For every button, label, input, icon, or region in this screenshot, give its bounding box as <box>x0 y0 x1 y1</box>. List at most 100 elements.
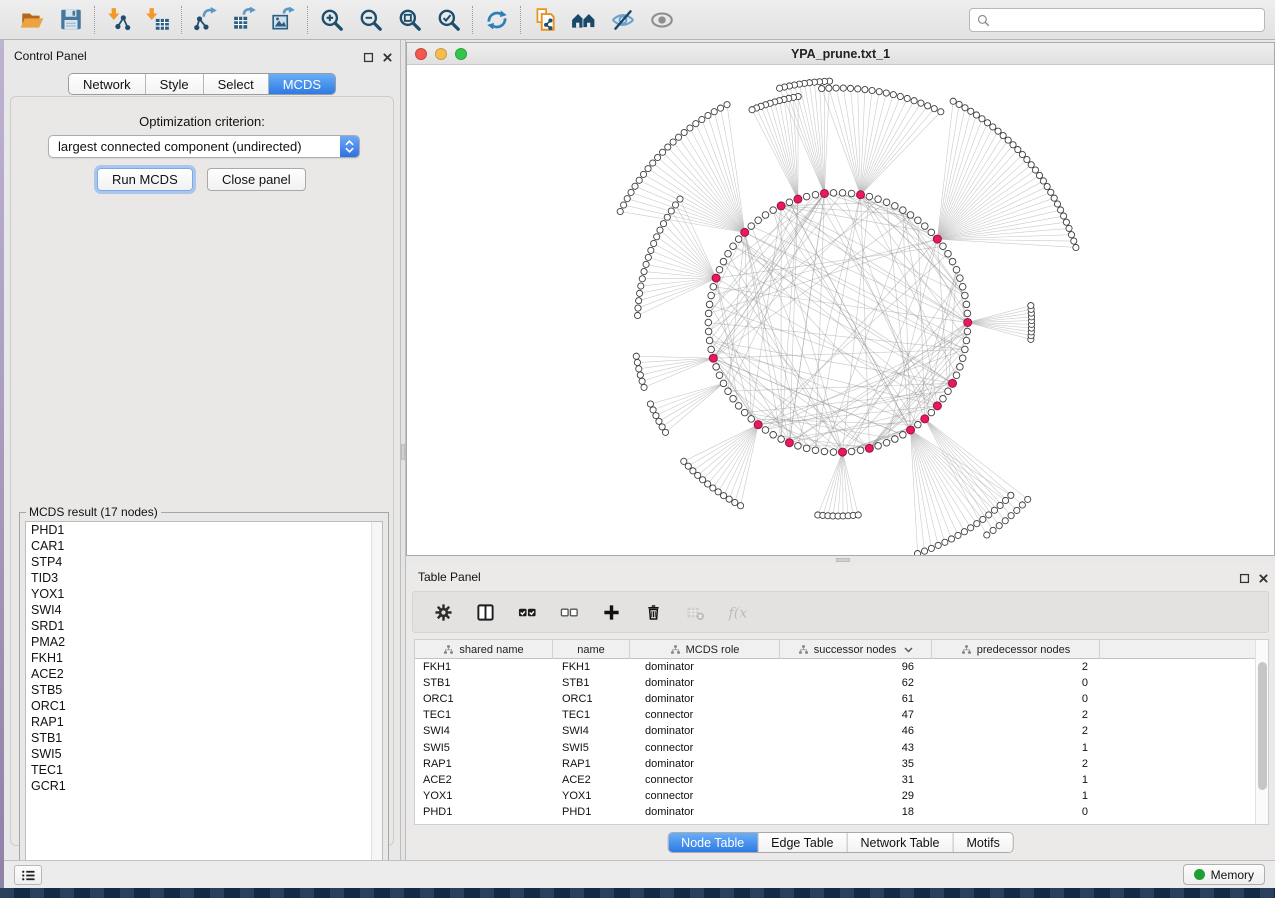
export-image-icon[interactable] <box>270 6 297 33</box>
table-row[interactable]: ORC1ORC1dominator610 <box>415 691 1268 707</box>
memory-status-icon <box>1194 869 1205 880</box>
float-panel-icon[interactable] <box>1238 572 1250 584</box>
cell: FKH1 <box>553 659 630 675</box>
network-titlebar[interactable]: YPA_prune.txt_1 <box>407 43 1274 65</box>
homes-icon[interactable] <box>570 6 597 33</box>
search-box[interactable] <box>969 8 1265 32</box>
search-input[interactable] <box>996 10 1258 30</box>
export-table-icon[interactable] <box>231 6 258 33</box>
table-panel-title: Table Panel <box>418 570 481 584</box>
shared-column-icon <box>443 644 454 655</box>
close-panel-button[interactable]: Close panel <box>207 168 306 191</box>
cell: 2 <box>932 707 1100 723</box>
table-row[interactable]: FKH1FKH1dominator962 <box>415 659 1268 675</box>
table-row[interactable]: STB1STB1dominator620 <box>415 675 1268 691</box>
float-panel-icon[interactable] <box>362 51 374 63</box>
splitter-handle[interactable] <box>401 444 405 460</box>
list-scrollbar[interactable] <box>371 522 382 870</box>
network-graph[interactable] <box>407 65 1274 555</box>
scrollbar-thumb[interactable] <box>1258 662 1267 790</box>
function-icon: f(x) <box>727 602 747 622</box>
control-panel-title: Control Panel <box>14 49 87 63</box>
list-item[interactable]: PMA2 <box>26 634 382 650</box>
network-canvas[interactable] <box>407 65 1274 555</box>
import-table-icon[interactable] <box>144 6 171 33</box>
list-item[interactable]: STB1 <box>26 730 382 746</box>
column-header-name[interactable]: name <box>553 640 630 659</box>
tab-motifs[interactable]: Motifs <box>953 833 1012 852</box>
tab-select[interactable]: Select <box>204 74 269 94</box>
column-header-predecessor-nodes[interactable]: predecessor nodes <box>932 640 1100 659</box>
sort-chevron-icon[interactable] <box>904 647 913 653</box>
list-item[interactable]: FKH1 <box>26 650 382 666</box>
close-panel-icon[interactable] <box>1257 572 1269 584</box>
import-network-icon[interactable] <box>105 6 132 33</box>
export-network-icon[interactable] <box>192 6 219 33</box>
refresh-icon[interactable] <box>483 6 510 33</box>
list-item[interactable]: CAR1 <box>26 538 382 554</box>
zoom-in-icon[interactable] <box>318 6 345 33</box>
list-item[interactable]: PHD1 <box>26 522 382 538</box>
cell: ORC1 <box>553 691 630 707</box>
run-mcds-button[interactable]: Run MCDS <box>97 168 193 191</box>
deselect-all-icon[interactable] <box>559 602 579 622</box>
table-scrollbar[interactable] <box>1255 640 1268 824</box>
list-item[interactable]: SWI5 <box>26 746 382 762</box>
list-item[interactable]: ORC1 <box>26 698 382 714</box>
cell: connector <box>630 788 780 804</box>
trash-icon[interactable] <box>643 602 663 622</box>
zoom-selected-icon[interactable] <box>435 6 462 33</box>
tab-edge-table[interactable]: Edge Table <box>758 833 847 852</box>
list-item[interactable]: STB5 <box>26 682 382 698</box>
list-item[interactable]: YOX1 <box>26 586 382 602</box>
zoom-fit-icon[interactable] <box>396 6 423 33</box>
tab-network[interactable]: Network <box>69 74 146 94</box>
list-item[interactable]: TEC1 <box>26 762 382 778</box>
open-folder-icon[interactable] <box>18 6 45 33</box>
cell: SWI5 <box>415 740 553 756</box>
mcds-panel: Optimization criterion: largest connecte… <box>10 96 394 846</box>
mcds-result-list[interactable]: PHD1CAR1STP4TID3YOX1SWI4SRD1PMA2FKH1ACE2… <box>25 521 383 871</box>
tab-style[interactable]: Style <box>146 74 204 94</box>
horizontal-splitter[interactable] <box>406 556 1275 563</box>
splitter-handle[interactable] <box>836 558 850 562</box>
table-row[interactable]: TEC1TEC1connector472 <box>415 707 1268 723</box>
save-icon[interactable] <box>57 6 84 33</box>
table-row[interactable]: SWI5SWI5connector431 <box>415 739 1268 755</box>
list-item[interactable]: STP4 <box>26 554 382 570</box>
eye-slash-icon[interactable] <box>609 6 636 33</box>
select-all-icon[interactable] <box>517 602 537 622</box>
cell: ORC1 <box>415 691 553 707</box>
list-item[interactable]: SRD1 <box>26 618 382 634</box>
optimization-criterion-select[interactable]: largest connected component (undirected) <box>48 135 360 158</box>
list-icon <box>21 869 36 882</box>
task-history-button[interactable] <box>14 865 42 885</box>
clone-network-icon[interactable] <box>531 6 558 33</box>
tab-node-table[interactable]: Node Table <box>668 833 758 852</box>
list-item[interactable]: GCR1 <box>26 778 382 794</box>
table-row[interactable]: SWI4SWI4dominator462 <box>415 723 1268 739</box>
desktop-background-bottom <box>0 888 1275 898</box>
list-item[interactable]: TID3 <box>26 570 382 586</box>
table-row[interactable]: ACE2ACE2connector311 <box>415 772 1268 788</box>
columns-icon[interactable] <box>475 602 495 622</box>
close-panel-icon[interactable] <box>381 51 393 63</box>
tab-mcds[interactable]: MCDS <box>269 74 335 94</box>
memory-button[interactable]: Memory <box>1183 864 1265 885</box>
tab-network-table[interactable]: Network Table <box>848 833 954 852</box>
table-row[interactable]: YOX1YOX1connector291 <box>415 788 1268 804</box>
gear-icon[interactable] <box>433 602 453 622</box>
cell: 43 <box>780 740 932 756</box>
eye-icon[interactable] <box>648 6 675 33</box>
zoom-out-icon[interactable] <box>357 6 384 33</box>
list-item[interactable]: SWI4 <box>26 602 382 618</box>
column-header-MCDS-role[interactable]: MCDS role <box>630 640 780 659</box>
cell: RAP1 <box>415 756 553 772</box>
table-row[interactable]: PHD1PHD1dominator180 <box>415 804 1268 820</box>
list-item[interactable]: ACE2 <box>26 666 382 682</box>
table-row[interactable]: RAP1RAP1dominator352 <box>415 756 1268 772</box>
column-header-shared-name[interactable]: shared name <box>415 640 553 659</box>
list-item[interactable]: RAP1 <box>26 714 382 730</box>
add-icon[interactable] <box>601 602 621 622</box>
column-header-successor-nodes[interactable]: successor nodes <box>780 640 932 659</box>
